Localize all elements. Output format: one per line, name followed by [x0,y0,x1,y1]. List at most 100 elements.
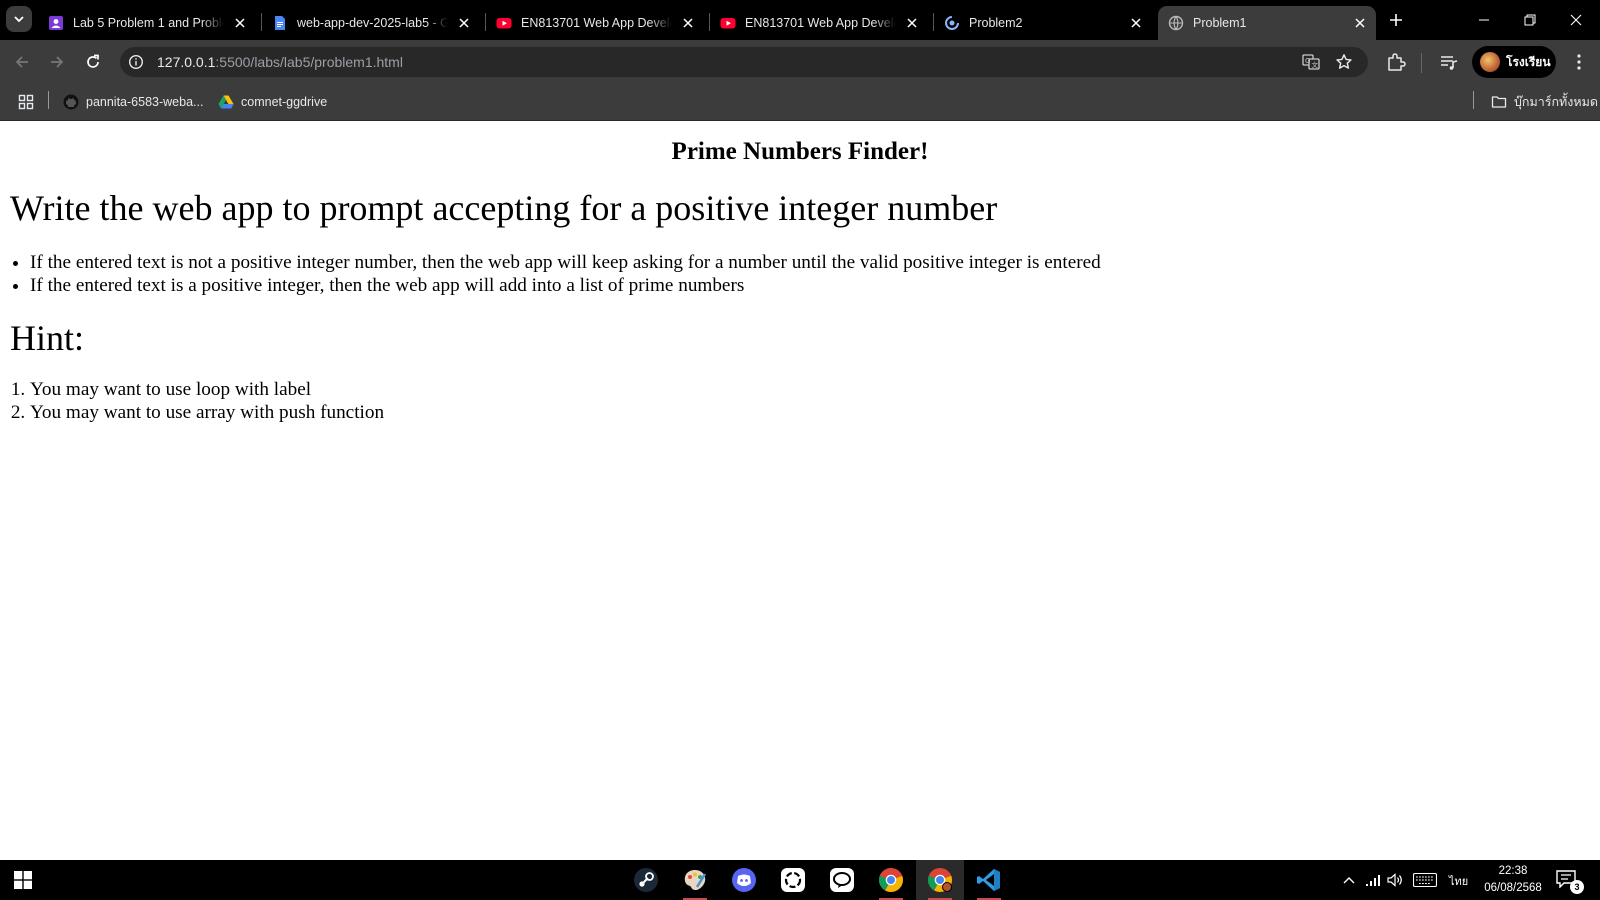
notification-count: 3 [1570,880,1584,894]
extensions-icon[interactable] [1385,51,1407,73]
chrome-profile-icon [928,868,952,892]
classroom-icon [48,15,64,31]
translate-icon[interactable]: G文 [1300,51,1322,73]
close-tab-icon[interactable] [902,13,922,33]
svg-text:G: G [1305,57,1310,65]
list-item: If the entered text is not a positive in… [30,251,1101,274]
close-tab-icon[interactable] [454,13,474,33]
folder-icon [1491,94,1507,110]
taskbar-chrome-profile[interactable] [916,860,964,900]
bookmark-star-icon[interactable] [1333,51,1355,73]
profile-button[interactable]: โรงเรียน [1472,46,1556,78]
hint-heading: Hint: [10,318,85,358]
site-info-icon[interactable] [126,52,146,72]
taskbar-paint[interactable] [671,860,719,900]
media-controls-icon[interactable] [1438,51,1460,73]
close-tab-icon[interactable] [1126,13,1146,33]
clock-date: 06/08/2568 [1484,882,1542,894]
steam-icon [634,868,658,892]
list-item: You may want to use loop with label [30,378,384,401]
arrow-right-icon [51,56,64,68]
show-hidden-icons-button[interactable] [1340,872,1358,888]
taskbar-chatgpt[interactable] [769,860,817,900]
url-path: :5500/labs/lab5/problem1.html [215,54,403,70]
toolbar-divider [1421,53,1422,73]
notification-center-button[interactable]: 3 [1556,870,1584,894]
youtube-icon [496,15,512,31]
windows-icon [14,871,32,889]
url-host: 127.0.0.1 [157,54,216,70]
network-icon[interactable] [1364,872,1382,888]
browser-menu-icon[interactable] [1568,51,1590,73]
close-tab-icon[interactable] [230,13,250,33]
tab-problem1[interactable]: Problem1 [1158,6,1376,40]
reload-button[interactable] [81,50,105,74]
hint-list: You may want to use loop with label You … [0,378,384,424]
github-icon [63,94,79,110]
close-icon [1570,14,1582,26]
loading-icon [944,15,960,31]
line-icon [830,868,854,892]
volume-icon[interactable] [1386,872,1404,888]
tab-youtube-2[interactable]: EN813701 Web App Development [710,6,928,40]
docs-icon [272,15,288,31]
bookmark-label: comnet-ggdrive [241,95,328,109]
tab-title: EN813701 Web App Development [745,16,896,30]
address-bar[interactable]: 127.0.0.1:5500/labs/lab5/problem1.html G… [120,47,1368,77]
close-tab-icon[interactable] [678,13,698,33]
taskbar-vscode[interactable] [965,860,1013,900]
restore-button[interactable] [1507,0,1553,40]
forward-button[interactable] [45,50,69,74]
taskbar-chrome[interactable] [867,860,915,900]
discord-icon [732,868,756,892]
arrow-left-icon [15,56,28,68]
keyboard-icon[interactable] [1412,872,1438,888]
taskbar-line[interactable] [818,860,866,900]
tab-search-button[interactable] [6,6,32,32]
taskbar: ไทย 22:38 06/08/2568 3 [0,860,1600,900]
tab-title: Lab 5 Problem 1 and Problem 2 [73,16,224,30]
url-text[interactable]: 127.0.0.1:5500/labs/lab5/problem1.html [157,54,403,70]
tab-strip: Lab 5 Problem 1 and Problem 2 web-app-de… [0,0,1600,40]
close-window-button[interactable] [1553,0,1599,40]
tab-title: Problem1 [1193,16,1247,30]
vscode-icon [977,869,1000,891]
back-button[interactable] [10,50,34,74]
minimize-button[interactable] [1461,0,1507,40]
list-item: You may want to use array with push func… [30,401,384,424]
bookmark-google-drive[interactable]: comnet-ggdrive [218,92,327,112]
chatgpt-icon [781,868,805,892]
taskbar-discord[interactable] [720,860,768,900]
bookmarks-divider [48,91,49,109]
start-button[interactable] [14,871,32,889]
page-title: Write the web app to prompt accepting fo… [10,188,998,228]
bookmark-github[interactable]: pannita-6583-weba... [63,92,203,112]
bookmarks-bar: pannita-6583-weba... comnet-ggdrive บุ๊ก… [0,84,1600,121]
youtube-icon [720,15,736,31]
google-drive-icon [218,94,234,110]
apps-button[interactable] [18,92,41,112]
tab-lab5-classroom[interactable]: Lab 5 Problem 1 and Problem 2 [38,6,256,40]
chevron-down-icon [14,16,24,23]
requirements-list: If the entered text is not a positive in… [0,251,1101,297]
bookmark-label: pannita-6583-weba... [86,95,204,109]
plus-icon [1390,14,1402,26]
browser-toolbar: 127.0.0.1:5500/labs/lab5/problem1.html G… [0,40,1600,84]
tab-title: web-app-dev-2025-lab5 - Google Docs [297,16,448,30]
paint-icon [684,870,707,891]
all-bookmarks-button[interactable]: บุ๊กมาร์กทั้งหมด [1491,92,1598,112]
clock[interactable]: 22:38 06/08/2568 [1478,863,1548,897]
taskbar-steam[interactable] [622,860,670,900]
tab-problem2[interactable]: Problem2 [934,6,1152,40]
input-language[interactable]: ไทย [1449,872,1468,890]
reload-icon [87,54,99,68]
page-heading: Prime Numbers Finder! [671,138,929,165]
new-tab-button[interactable] [1384,8,1408,32]
restore-icon [1524,14,1536,26]
close-tab-icon[interactable] [1350,13,1370,33]
minimize-icon [1479,19,1489,21]
tab-google-docs[interactable]: web-app-dev-2025-lab5 - Google Docs [262,6,480,40]
all-bookmarks-label: บุ๊กมาร์กทั้งหมด [1514,95,1598,109]
tab-youtube-1[interactable]: EN813701 Web App Development [486,6,704,40]
tab-title: Problem2 [969,16,1023,30]
